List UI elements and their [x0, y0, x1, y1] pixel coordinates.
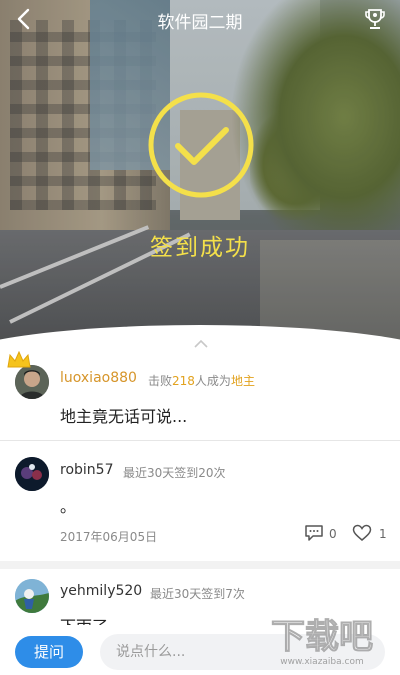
crown-icon — [6, 350, 32, 369]
bottom-bar: 提问 — [0, 625, 400, 675]
checkin-success-text: 签到成功 — [150, 235, 250, 261]
checkin-stats: 最近30天签到20次 — [123, 466, 226, 480]
divider — [0, 440, 400, 441]
comment-icon[interactable] — [304, 524, 324, 542]
username[interactable]: luoxiao880 — [60, 370, 137, 386]
username[interactable]: yehmily520 — [60, 583, 142, 599]
top-nav: 软件园二期 — [0, 0, 400, 38]
checkin-stats: 最近30天签到7次 — [150, 587, 245, 601]
comment-count: 0 — [329, 527, 337, 541]
avatar[interactable] — [15, 457, 49, 491]
like-count: 1 — [379, 527, 387, 541]
trophy-icon[interactable] — [364, 7, 386, 31]
page-title: 软件园二期 — [157, 13, 243, 33]
checkin-message: 地主竟无话可说... — [60, 407, 188, 426]
checkin-message: 。 — [60, 497, 77, 516]
username[interactable]: robin57 — [60, 462, 113, 478]
chevron-up-icon[interactable] — [193, 334, 209, 348]
heart-icon[interactable] — [352, 524, 372, 542]
ask-button[interactable]: 提问 — [15, 636, 83, 668]
section-divider — [0, 561, 400, 569]
rank-text: 击败218人成为地主 — [148, 374, 255, 388]
check-circle-icon — [146, 90, 256, 200]
comment-input[interactable] — [100, 634, 385, 670]
avatar[interactable] — [15, 579, 49, 613]
post-date: 2017年06月05日 — [60, 530, 158, 544]
avatar[interactable] — [15, 365, 49, 399]
checkin-page: 软件园二期 签到成功 luoxiao880 击败218人成为地主 地主竟无话可说… — [0, 0, 400, 675]
